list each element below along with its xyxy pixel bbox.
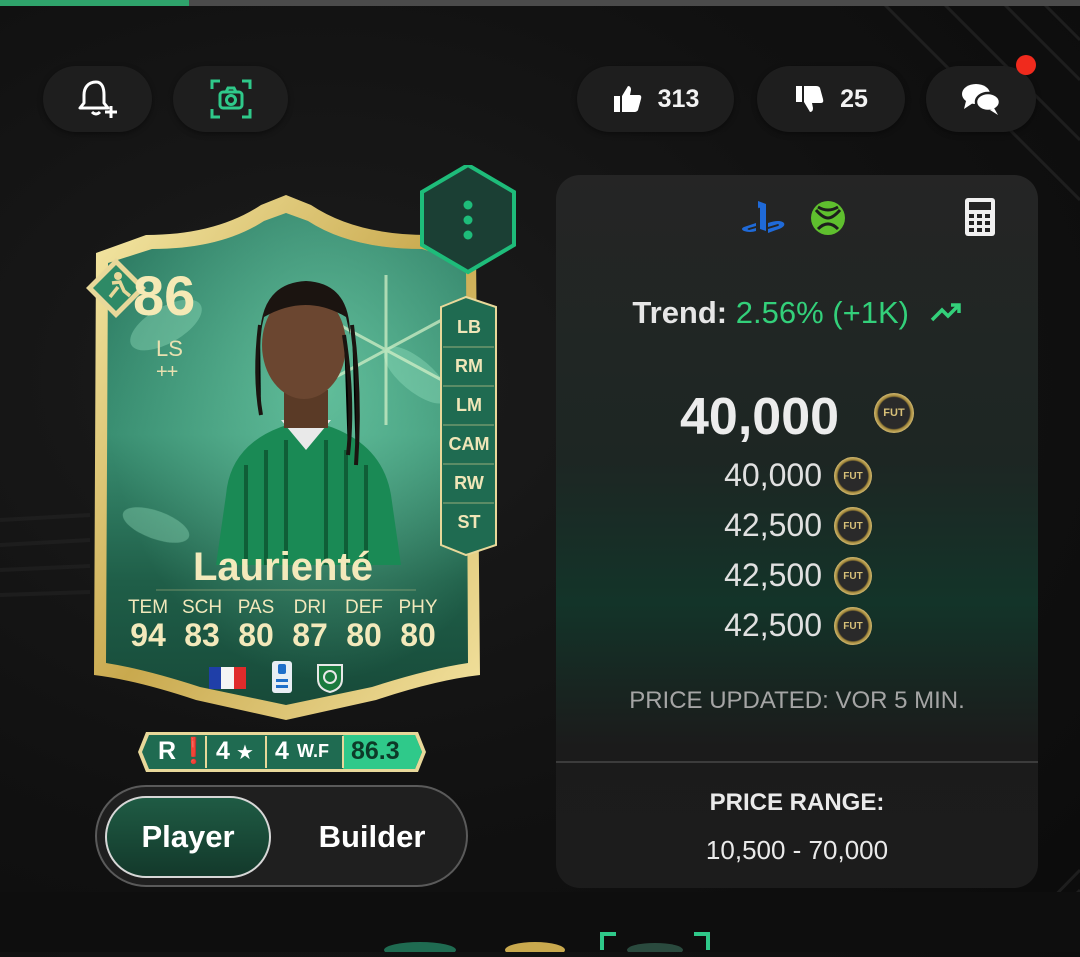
stat-sch: SCH 83: [176, 598, 228, 651]
price-range-value: 10,500 - 70,000: [705, 835, 889, 865]
dislike-button[interactable]: 25: [757, 66, 905, 132]
preferred-foot: R: [158, 737, 177, 765]
dislike-count: 25: [840, 84, 868, 113]
price-trend: Trend: 2.56% (+1K): [556, 295, 1038, 331]
alt-position: RW: [454, 473, 484, 493]
trend-label: Trend:: [632, 295, 728, 330]
weak-foot-label: W.F: [297, 741, 329, 761]
stat-value: 94: [130, 617, 166, 653]
price-row: 42,500: [724, 607, 822, 643]
card-playstyle-plus: ++: [156, 361, 178, 383]
notification-dot: [1016, 55, 1036, 75]
stat-tem: TEM 94: [122, 598, 174, 651]
league-logo: [272, 661, 292, 693]
comments-button[interactable]: [926, 66, 1036, 132]
stat-def: DEF 80: [338, 598, 390, 651]
trend-up-icon: [930, 303, 961, 322]
calculator-icon[interactable]: [964, 197, 996, 237]
stat-label: DEF: [345, 597, 383, 618]
club-crest-icon: [317, 664, 343, 693]
stat-value: 87: [292, 617, 328, 653]
stat-label: DRI: [293, 597, 327, 618]
stat-label: SCH: [181, 597, 223, 618]
fut-coin-icon: FUT: [834, 557, 872, 595]
stat-value: 80: [346, 617, 382, 653]
price-row: 42,500: [724, 507, 822, 543]
screenshot-icon: [210, 79, 251, 119]
price-range-label: PRICE RANGE:: [709, 789, 885, 816]
like-button[interactable]: 313: [577, 66, 734, 132]
player-name: Laurienté: [192, 545, 374, 589]
alt-positions: LB RM LM CAM RW ST: [441, 308, 497, 542]
thumbs-up-icon: [613, 86, 641, 112]
fut-coin-icon: FUT: [834, 507, 872, 545]
related-cards-thumbnails[interactable]: [0, 892, 1080, 957]
playstation-icon[interactable]: [740, 199, 790, 237]
main-price: 40,000: [680, 388, 840, 446]
stat-pas: PAS 80: [230, 598, 282, 651]
view-toggle: Player Builder: [95, 785, 468, 887]
price-updated-text: PRICE UPDATED: VOR 5 MIN.: [629, 687, 965, 714]
star-icon: ★: [236, 742, 254, 764]
stat-phy: PHY 80: [392, 598, 444, 651]
card-score: 86.3: [351, 737, 400, 765]
foot-icon: ❗: [178, 737, 210, 765]
stat-dri: DRI 87: [284, 598, 336, 651]
page-progress-bar: [0, 0, 1080, 6]
chat-bubbles-icon: [962, 84, 1002, 115]
nation-flag: [209, 667, 246, 689]
page-progress-fill: [0, 0, 189, 6]
price-panel: Trend: 2.56% (+1K) 40,000 FUT 40,000 FUT…: [556, 175, 1038, 888]
stat-label: PAS: [237, 597, 275, 618]
alt-position: LB: [457, 317, 481, 337]
alt-position: CAM: [448, 434, 490, 454]
alt-position: LM: [456, 395, 482, 415]
tab-builder[interactable]: Builder: [287, 796, 457, 878]
card-rating: 86: [133, 264, 196, 327]
bell-plus-icon: [78, 80, 117, 118]
panel-divider: [556, 761, 1038, 763]
stat-label: PHY: [398, 597, 438, 618]
price-row: 42,500: [724, 557, 822, 593]
xbox-icon[interactable]: [809, 199, 847, 237]
screenshot-button[interactable]: [173, 66, 288, 132]
price-row: 40,000: [724, 457, 822, 493]
like-count: 313: [657, 84, 700, 113]
card-position: LS: [156, 336, 183, 361]
tab-player[interactable]: Player: [105, 796, 271, 878]
card-stats: TEM 94 SCH 83 PAS 80 DRI 87 DEF 80 PHY 80: [122, 598, 444, 651]
fut-coin-icon: FUT: [874, 393, 914, 433]
stat-value: 83: [184, 617, 220, 653]
fut-coin-icon: FUT: [834, 457, 872, 495]
alt-position: ST: [457, 512, 481, 532]
skill-moves: 4: [216, 737, 230, 765]
stat-label: TEM: [127, 597, 169, 618]
fut-coin-icon: FUT: [834, 607, 872, 645]
stat-value: 80: [400, 617, 436, 653]
notification-bell-button[interactable]: [43, 66, 152, 132]
weak-foot: 4: [275, 737, 289, 765]
thumbs-down-icon: [796, 86, 824, 112]
stat-value: 80: [238, 617, 274, 653]
trend-value: 2.56% (+1K): [735, 295, 909, 330]
alt-position: RM: [455, 356, 483, 376]
bottom-card-strip: [0, 892, 1080, 957]
